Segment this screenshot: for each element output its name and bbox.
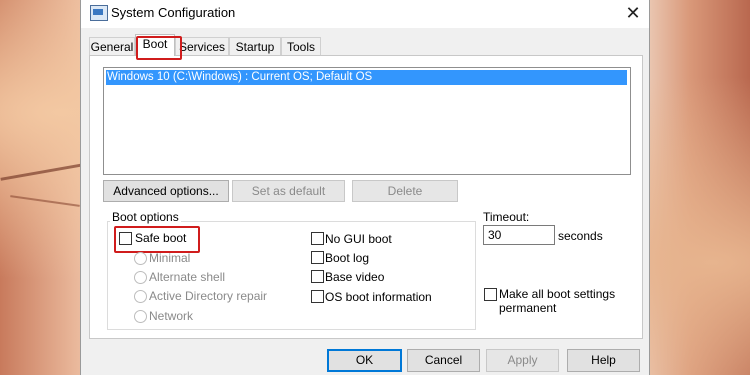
tab-general[interactable]: General [89, 37, 135, 56]
timeout-unit-label: seconds [558, 229, 603, 243]
safe-mode-label: Alternate shell [149, 270, 226, 284]
cancel-button[interactable]: Cancel [407, 349, 480, 372]
system-configuration-window: System Configuration ✕ General Boot Serv… [80, 0, 650, 375]
close-icon[interactable]: ✕ [621, 1, 645, 25]
safe-mode-label: Network [149, 309, 194, 323]
os-boot-information-checkbox[interactable] [311, 290, 324, 303]
advanced-options-button[interactable]: Advanced options... [103, 180, 229, 202]
no-gui-boot-label[interactable]: No GUI boot [325, 232, 392, 246]
delete-button[interactable]: Delete [352, 180, 458, 202]
base-video-label[interactable]: Base video [325, 270, 384, 284]
tab-services[interactable]: Services [175, 37, 229, 56]
help-button[interactable]: Help [567, 349, 640, 372]
tab-tools[interactable]: Tools [281, 37, 321, 56]
timeout-input[interactable]: 30 [483, 225, 555, 245]
msconfig-app-icon [90, 5, 108, 21]
safe-mode-label: Active Directory repair [149, 289, 268, 303]
boot-entries-list[interactable]: Windows 10 (C:\Windows) : Current OS; De… [103, 67, 631, 175]
safe-mode-radio-active-directory[interactable] [134, 290, 147, 303]
window-title: System Configuration [111, 5, 236, 20]
tab-startup[interactable]: Startup [229, 37, 281, 56]
boot-entry-row[interactable]: Windows 10 (C:\Windows) : Current OS; De… [106, 70, 627, 85]
boot-log-checkbox[interactable] [311, 251, 324, 264]
boot-log-label[interactable]: Boot log [325, 251, 369, 265]
make-permanent-label-line2[interactable]: permanent [499, 301, 556, 315]
boot-options-label: Boot options [110, 210, 181, 224]
make-permanent-checkbox[interactable] [484, 288, 497, 301]
set-as-default-button[interactable]: Set as default [232, 180, 345, 202]
base-video-checkbox[interactable] [311, 270, 324, 283]
title-bar: System Configuration ✕ [81, 0, 649, 28]
background-branch [10, 195, 80, 207]
no-gui-boot-checkbox[interactable] [311, 232, 324, 245]
safe-boot-checkbox[interactable] [119, 232, 132, 245]
safe-mode-radio-alternate-shell[interactable] [134, 271, 147, 284]
tab-boot[interactable]: Boot [135, 34, 175, 56]
boot-tab-panel: Windows 10 (C:\Windows) : Current OS; De… [89, 55, 643, 339]
timeout-label: Timeout: [483, 210, 530, 224]
safe-mode-radio-minimal[interactable] [134, 252, 147, 265]
background-branch [0, 162, 90, 181]
apply-button[interactable]: Apply [486, 349, 559, 372]
os-boot-information-label[interactable]: OS boot information [325, 290, 432, 304]
safe-mode-radio-network[interactable] [134, 310, 147, 323]
safe-mode-label: Minimal [149, 251, 191, 265]
make-permanent-label[interactable]: Make all boot settings [499, 287, 615, 301]
safe-boot-label[interactable]: Safe boot [135, 231, 186, 245]
ok-button[interactable]: OK [327, 349, 402, 372]
